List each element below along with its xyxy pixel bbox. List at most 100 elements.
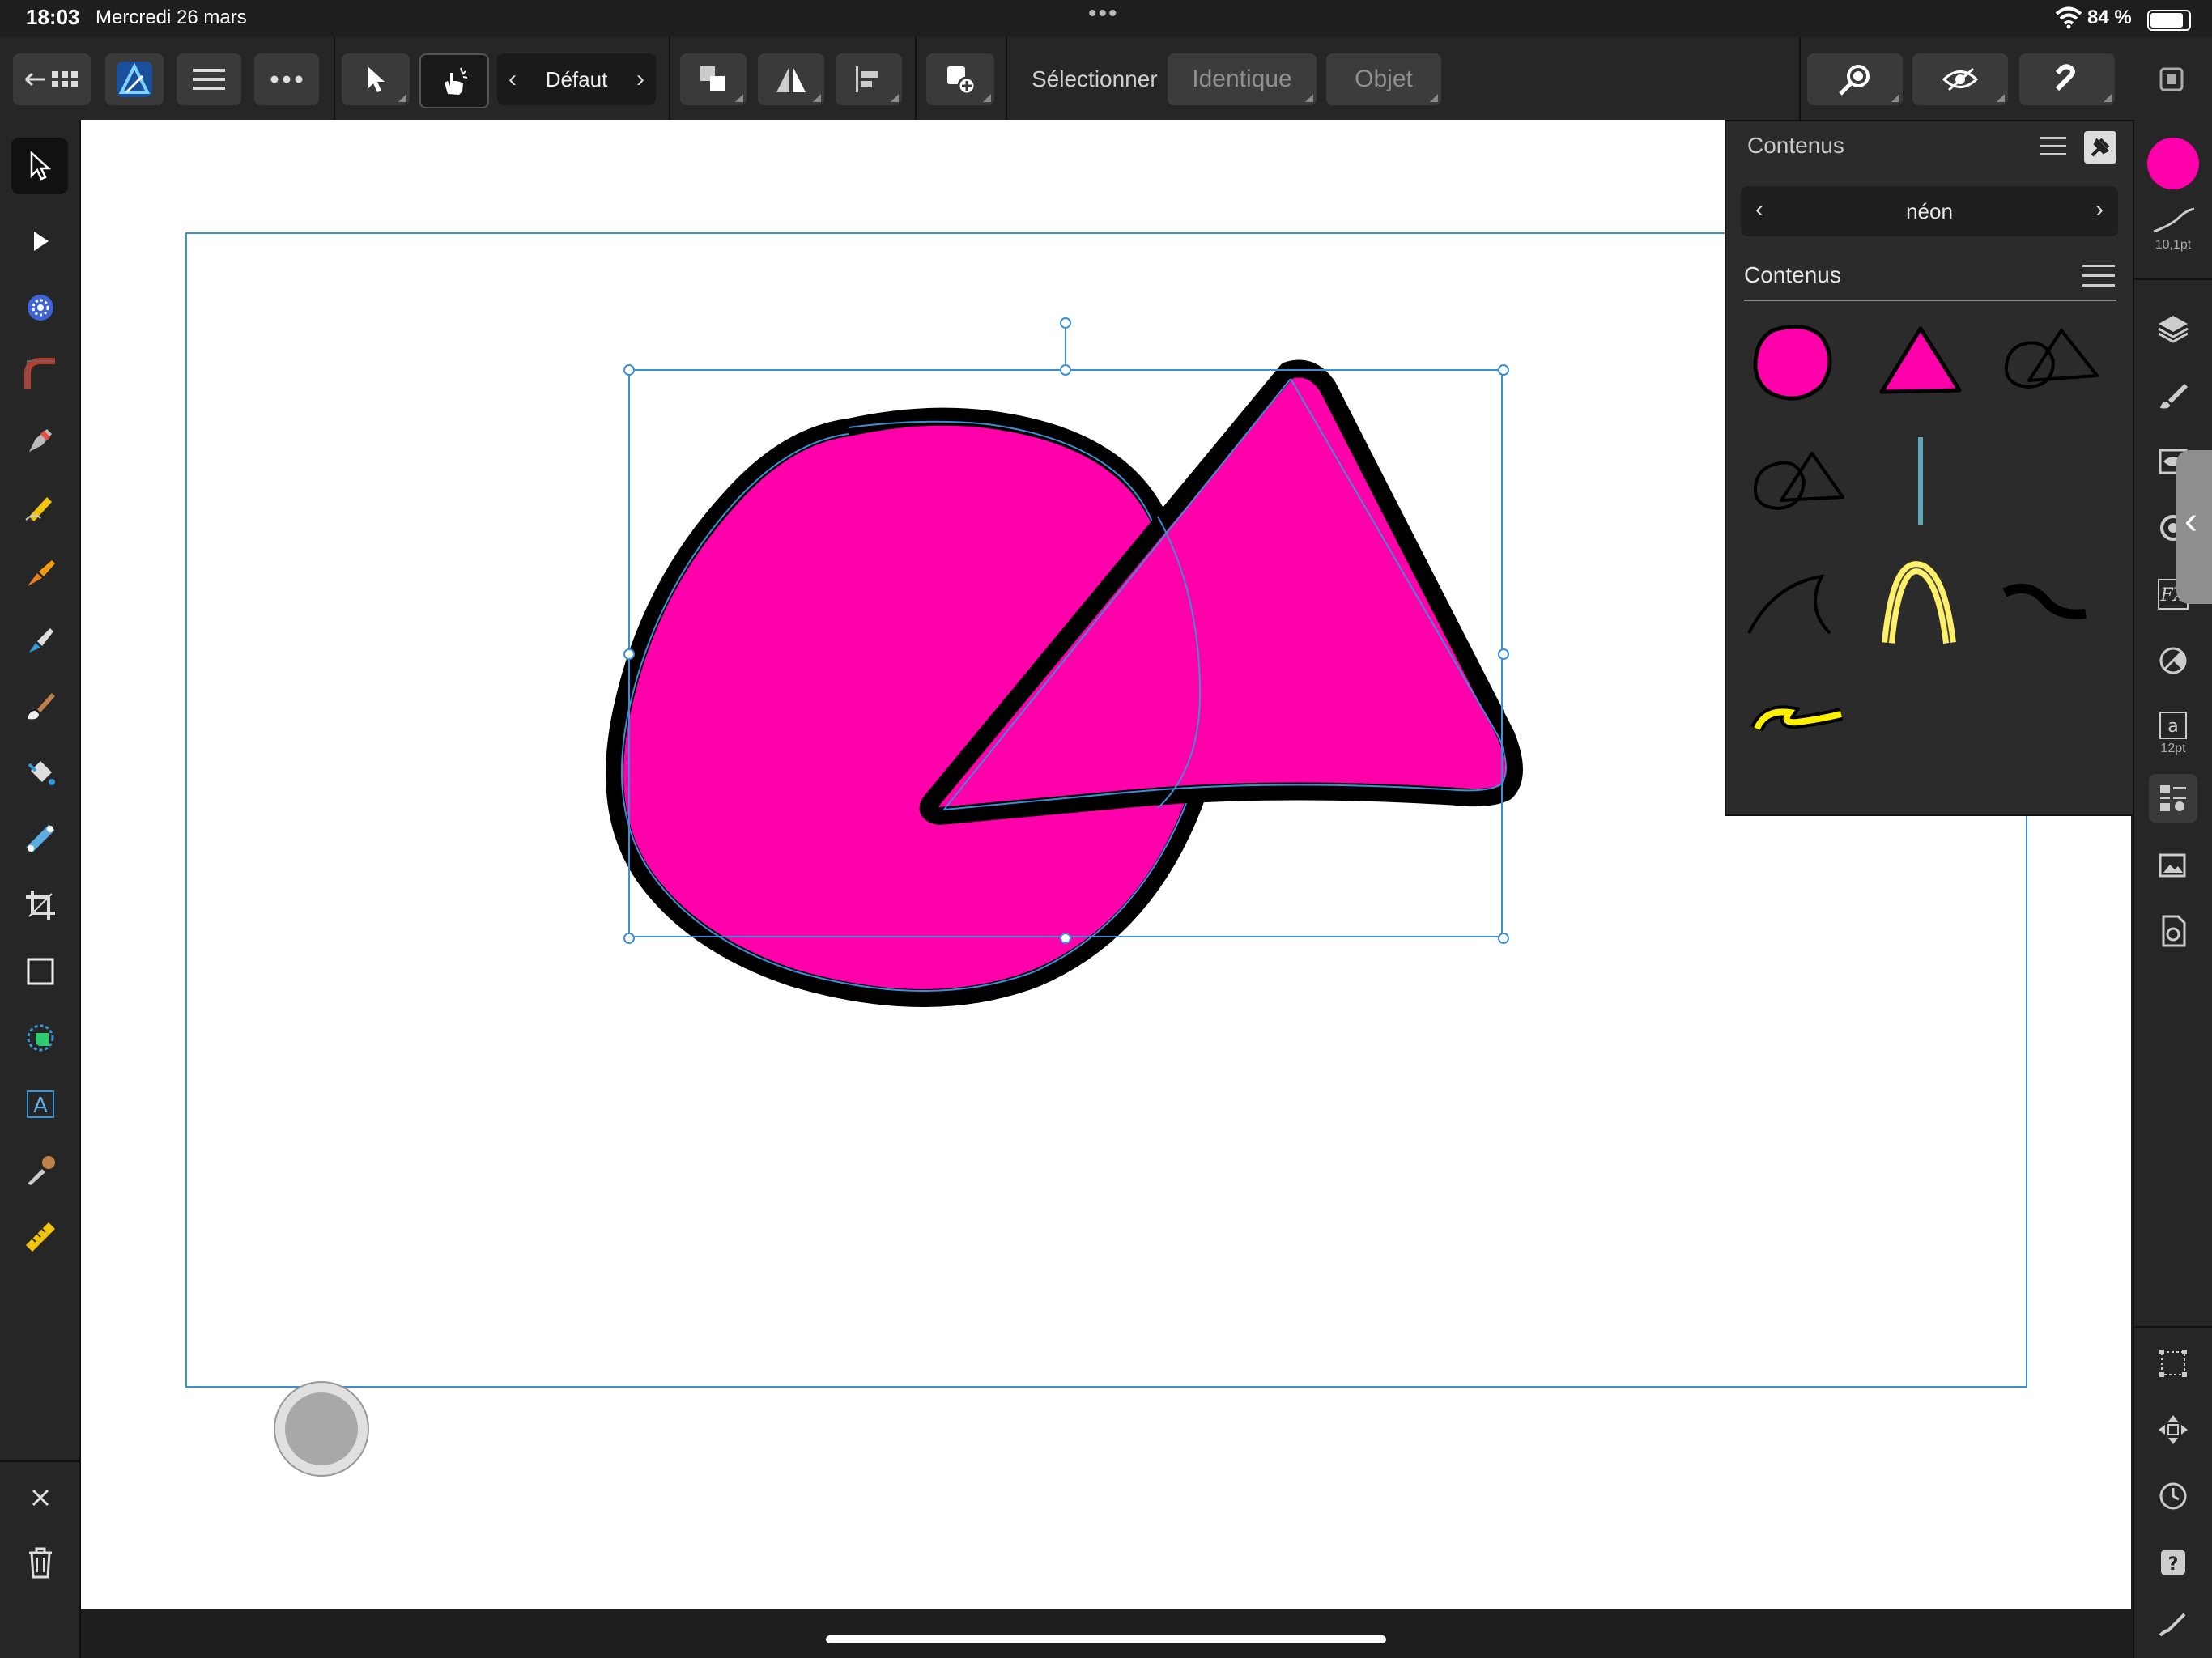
assets-button[interactable] — [2149, 774, 2197, 823]
zoom-view-button[interactable] — [1807, 53, 1903, 105]
asset-thumb-arch[interactable] — [1864, 552, 1977, 649]
corner-icon — [24, 358, 55, 389]
asset-thumb-curve[interactable] — [1741, 552, 1854, 649]
snapping-button[interactable] — [2019, 53, 2115, 105]
preset-next-icon[interactable]: › — [636, 66, 644, 93]
svg-text:a: a — [2167, 716, 2178, 737]
touch-tool-button[interactable] — [419, 53, 489, 108]
fill-color-swatch[interactable] — [2147, 138, 2199, 189]
resize-handle-tl[interactable] — [623, 364, 635, 376]
eyedropper-icon — [28, 1156, 55, 1185]
history-button[interactable] — [2149, 1472, 2197, 1520]
style-preset-selector[interactable]: ‹ Défaut › — [497, 53, 656, 105]
multitask-dots-icon[interactable]: ••• — [1088, 0, 1119, 28]
document-settings-button[interactable] — [2149, 907, 2197, 955]
help-button[interactable]: ? — [2149, 1538, 2197, 1587]
select-same-button[interactable]: Identique — [1168, 53, 1317, 105]
more-button[interactable] — [254, 53, 319, 105]
asset-thumb-triangle[interactable] — [1864, 312, 1977, 410]
resize-handle-mr[interactable] — [1498, 648, 1509, 660]
select-mode-button[interactable] — [342, 53, 410, 105]
magnifier-icon — [1839, 65, 1870, 96]
resize-handle-br[interactable] — [1498, 933, 1509, 944]
stroke-width-label: 10,1pt — [2155, 238, 2192, 252]
insert-button[interactable] — [926, 53, 994, 105]
asset-thumb-circle[interactable] — [1741, 312, 1854, 410]
select-object-button[interactable]: Objet — [1326, 53, 1441, 105]
measure-tool[interactable] — [18, 1214, 63, 1260]
text-styles-button[interactable]: a 12pt — [2149, 703, 2197, 755]
fill-tool[interactable] — [18, 617, 63, 662]
panel-collapse-tab[interactable]: ‹ — [2176, 450, 2212, 604]
navigator-button[interactable] — [2149, 1405, 2197, 1454]
text-frame-icon: A — [27, 1090, 54, 1118]
resize-handle-tr[interactable] — [1498, 364, 1509, 376]
resize-handle-bl[interactable] — [623, 933, 635, 944]
move-tool[interactable] — [11, 138, 68, 194]
point-transform-tool[interactable] — [18, 285, 63, 330]
window-button[interactable] — [2146, 53, 2197, 105]
bucket-tool[interactable] — [18, 750, 63, 795]
category-next-icon[interactable]: › — [2095, 196, 2104, 223]
asset-thumb-yellow-squiggle[interactable] — [1741, 672, 1854, 769]
gradient-tool[interactable] — [18, 816, 63, 861]
subcategory-title: Contenus — [1744, 262, 1841, 287]
designer-persona-button[interactable] — [105, 53, 164, 105]
modifier-controller[interactable] — [274, 1381, 369, 1477]
stock-button[interactable] — [2149, 840, 2197, 889]
category-selector[interactable]: ‹ néon › — [1741, 186, 2118, 236]
rectangle-tool[interactable] — [18, 949, 63, 994]
vector-brush-tool[interactable] — [18, 551, 63, 596]
resize-handle-ml[interactable] — [623, 648, 635, 660]
toolbar-divider — [1799, 37, 1801, 120]
pink-triangle-thumb — [1879, 326, 1962, 394]
asset-thumb-line[interactable] — [1864, 432, 1977, 529]
pen-tool[interactable] — [18, 418, 63, 463]
asset-thumb-outline[interactable] — [1997, 312, 2110, 410]
transparency-button[interactable] — [2149, 636, 2197, 685]
align-button[interactable] — [836, 53, 902, 105]
flip-icon — [776, 66, 806, 92]
layers-button[interactable] — [2149, 304, 2197, 353]
toolbar-divider — [334, 37, 335, 120]
text-tool[interactable]: A — [18, 1082, 63, 1127]
pencil-tool[interactable] — [18, 484, 63, 529]
studio-panel-bar: 10,1pt FX a 12pt ‹ ? — [2133, 120, 2212, 1658]
delete-button[interactable] — [18, 1540, 63, 1585]
resize-handle-tc[interactable] — [1060, 364, 1071, 376]
asset-thumb-outline-2[interactable] — [1741, 432, 1854, 529]
arrange-button[interactable] — [680, 53, 747, 105]
brush-icon — [2160, 384, 2188, 409]
crop-tool[interactable] — [18, 882, 63, 928]
history-clock-icon — [2159, 1482, 2187, 1510]
select-object-label: Objet — [1355, 66, 1413, 92]
transform-button[interactable] — [2149, 1339, 2197, 1388]
resize-handle-bc[interactable] — [1060, 933, 1071, 944]
back-to-gallery-button[interactable] — [13, 53, 91, 105]
subcategory-menu-icon[interactable] — [2082, 264, 2115, 288]
pin-panel-button[interactable] — [2084, 131, 2116, 164]
shape-builder-icon — [27, 1024, 54, 1052]
selection-bounds[interactable] — [628, 369, 1503, 937]
preset-prev-icon[interactable]: ‹ — [508, 66, 517, 93]
color-picker-tool[interactable] — [18, 1148, 63, 1193]
flip-button[interactable] — [758, 53, 824, 105]
stroke-width-button[interactable]: 10,1pt — [2147, 204, 2199, 256]
view-mode-button[interactable] — [1912, 53, 2008, 105]
asset-thumb-squiggle[interactable] — [1997, 552, 2110, 649]
corner-tool[interactable] — [18, 351, 63, 397]
brush-blue-icon — [29, 628, 53, 653]
pixel-brush-tool[interactable] — [18, 683, 63, 729]
rotation-handle[interactable] — [1060, 317, 1071, 329]
close-icon — [32, 1489, 49, 1507]
panel-menu-icon[interactable] — [2040, 136, 2066, 157]
home-indicator[interactable] — [826, 1635, 1386, 1643]
close-selection-button[interactable] — [18, 1475, 63, 1520]
align-left-icon — [856, 66, 878, 92]
shape-builder-tool[interactable] — [18, 1015, 63, 1061]
node-tool[interactable] — [18, 219, 63, 264]
tools-panel: A — [0, 120, 81, 1658]
pencil-only-button[interactable] — [2149, 1598, 2197, 1647]
menu-button[interactable] — [177, 53, 241, 105]
brushes-button[interactable] — [2149, 371, 2197, 419]
